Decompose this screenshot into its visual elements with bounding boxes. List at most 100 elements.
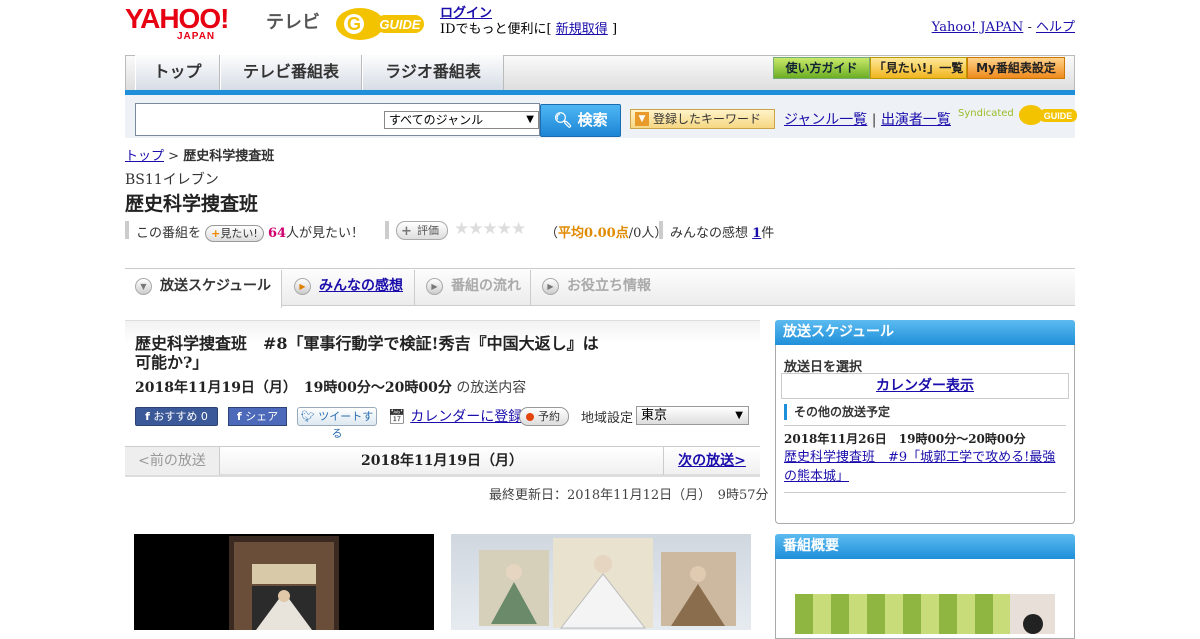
rating-stars: ★★★★★ — [454, 219, 526, 239]
tab-schedule-label: 放送スケジュール — [160, 278, 272, 294]
syndicated-gguide: Syndicated GUIDE — [958, 103, 1077, 125]
genre-list-link[interactable]: ジャンル一覧 — [784, 112, 867, 128]
breadcrumb: トップ > 歴史科学捜査班 — [125, 145, 274, 164]
twitter-bird-icon: 🐦︎ — [300, 410, 315, 423]
link-separator: - — [1027, 20, 1032, 35]
rate-button[interactable]: + 評価 — [396, 221, 448, 240]
facebook-icon: f — [236, 410, 242, 423]
saved-keyword-button[interactable]: ▼ 登録したキーワード — [630, 109, 775, 129]
login-link[interactable]: ログイン — [440, 6, 492, 21]
syndicated-label: Syndicated — [958, 108, 1014, 119]
page-title: 歴史科学捜査班 — [125, 193, 259, 215]
program-image-1 — [134, 534, 434, 630]
record-dot-icon — [526, 413, 534, 421]
reserve-label: 予約 — [538, 410, 560, 423]
impressions-label: みんなの感想 — [670, 226, 749, 241]
breadcrumb-top-link[interactable]: トップ — [125, 149, 164, 164]
facebook-icon: f — [145, 410, 150, 423]
gguide-logo[interactable]: G GUIDE — [334, 6, 432, 42]
tweet-button[interactable]: 🐦︎ ツイートする — [297, 407, 377, 440]
avg-score: 0.00点 — [584, 226, 629, 241]
saved-keyword-label: 登録したキーワード — [653, 112, 762, 126]
mitai-suffix: 人が見たい！ — [286, 226, 365, 241]
other-broadcast-link[interactable]: 歴史科学捜査班 #9「城郭工学で攻める!最強の熊本城」 — [784, 448, 1066, 486]
impressions-stat: みんなの感想 1件 — [670, 222, 774, 241]
tab-useful-info: ▶ お役立ち情報 — [532, 270, 672, 305]
yahoo-japan-link[interactable]: Yahoo! JAPAN — [932, 20, 1024, 35]
search-button[interactable]: 🔍︎ 検索 — [540, 104, 621, 137]
chevron-down-icon: ▼ — [526, 114, 534, 125]
calendar-icon: 📅︎ — [388, 409, 406, 425]
tab-flow-label: 番組の流れ — [451, 278, 521, 294]
mitai-prefix: この番組を — [136, 226, 202, 241]
episode-airtime: 2018年11月19日（月） 19時00分～20時00分 の放送内容 — [135, 377, 526, 397]
usage-guide-button[interactable]: 使い方ガイド — [773, 57, 870, 79]
tab-program-flow: ▶ 番組の流れ — [416, 270, 531, 305]
login-text-end: ] — [611, 22, 618, 37]
svg-text:G: G — [347, 14, 361, 34]
side-schedule-heading: 放送スケジュール — [775, 320, 1075, 345]
next-broadcast-link[interactable]: 次の放送> — [663, 447, 760, 475]
cast-list-link[interactable]: 出演者一覧 — [881, 112, 951, 128]
tab-info-label: お役立ち情報 — [567, 278, 651, 294]
fb-share-label: シェア — [245, 410, 279, 423]
mitai-button[interactable]: +見たい! — [205, 225, 264, 242]
search-icon: 🔍︎ — [553, 111, 573, 129]
login-text: IDでもっと便利に[ — [440, 22, 552, 37]
mitai-button-label: 見たい! — [220, 227, 258, 240]
header-links: Yahoo! JAPAN - ヘルプ — [932, 16, 1075, 35]
episode-date-time: 2018年11月19日（月） 19時00分～20時00分 — [135, 380, 452, 396]
links-divider: | — [871, 112, 877, 128]
search-button-label: 検索 — [577, 111, 608, 129]
chevron-right-icon: ▶ — [542, 278, 559, 295]
last-updated: 最終更新日：2018年11月12日（月） 9時57分 — [489, 488, 769, 503]
svg-text:GUIDE: GUIDE — [1044, 111, 1073, 121]
nav-tab-radio[interactable]: ラジオ番組表 — [362, 55, 504, 90]
breadcrumb-current: 歴史科学捜査班 — [183, 149, 275, 164]
channel-name: BS11イレブン — [125, 172, 219, 188]
register-link[interactable]: 新規取得 — [556, 22, 608, 37]
other-broadcasts-label: その他の放送予定 — [784, 404, 890, 420]
facebook-recommend-button[interactable]: f おすすめ 0 — [135, 407, 218, 426]
mitai-count: 64 — [267, 226, 287, 241]
stat-divider — [659, 221, 663, 239]
current-broadcast-date: 2018年11月19日（月） — [361, 453, 523, 469]
mitai-stat: この番組を +見たい! 64人が見たい！ — [136, 222, 364, 242]
avg-label: 平均 — [558, 226, 585, 241]
episode-date-suffix: の放送内容 — [456, 380, 527, 396]
tab-impressions[interactable]: ▶ みんなの感想 — [284, 270, 415, 305]
triangle-down-icon: ▼ — [635, 112, 649, 126]
login-box: ログイン IDでもっと便利に[ 新規取得 ] — [440, 6, 617, 38]
prev-broadcast-button[interactable]: <前の放送 — [125, 447, 220, 475]
nav-tab-tv[interactable]: テレビ番組表 — [220, 55, 362, 90]
facebook-share-button[interactable]: f シェア — [228, 407, 287, 426]
tab-schedule[interactable]: ▼ 放送スケジュール — [125, 270, 282, 308]
plus-icon: + — [211, 227, 221, 240]
breadcrumb-separator: > — [168, 149, 180, 164]
genre-select[interactable]: すべてのジャンル ▼ — [384, 111, 539, 129]
side-summary-heading: 番組概要 — [775, 534, 1075, 559]
nav-tab-top[interactable]: トップ — [135, 55, 220, 90]
calendar-register-link[interactable]: カレンダーに登録 — [410, 409, 522, 425]
calendar-register[interactable]: 📅︎ カレンダーに登録 — [388, 406, 522, 426]
impressions-count-link[interactable]: 1 — [752, 226, 761, 241]
fb-recommend-label: おすすめ 0 — [153, 410, 208, 423]
genre-select-value: すべてのジャンル — [389, 113, 484, 127]
help-link[interactable]: ヘルプ — [1036, 20, 1075, 35]
summary-image — [795, 594, 1055, 634]
search-links: ジャンル一覧 | 出演者一覧 — [784, 109, 951, 129]
stat-divider — [125, 221, 129, 239]
reserve-button[interactable]: 予約 — [519, 407, 569, 426]
impressions-unit: 件 — [761, 226, 775, 241]
region-label: 地域設定 — [581, 411, 634, 426]
program-image-2 — [451, 534, 751, 630]
gguide-small-logo: GUIDE — [1017, 103, 1077, 125]
divider — [784, 492, 1066, 493]
my-table-settings-button[interactable]: My番組表設定 — [967, 57, 1065, 79]
tab-impressions-label: みんなの感想 — [319, 278, 403, 294]
region-select[interactable]: 東京 ▼ — [636, 406, 749, 425]
calendar-view-button[interactable]: カレンダー表示 — [781, 373, 1069, 399]
rate-button-label: 評価 — [417, 224, 439, 237]
yahoo-japan-logo[interactable]: YAHOO! JAPAN — [125, 5, 229, 42]
mitai-list-button[interactable]: 「見たい!」一覧 — [870, 57, 967, 79]
